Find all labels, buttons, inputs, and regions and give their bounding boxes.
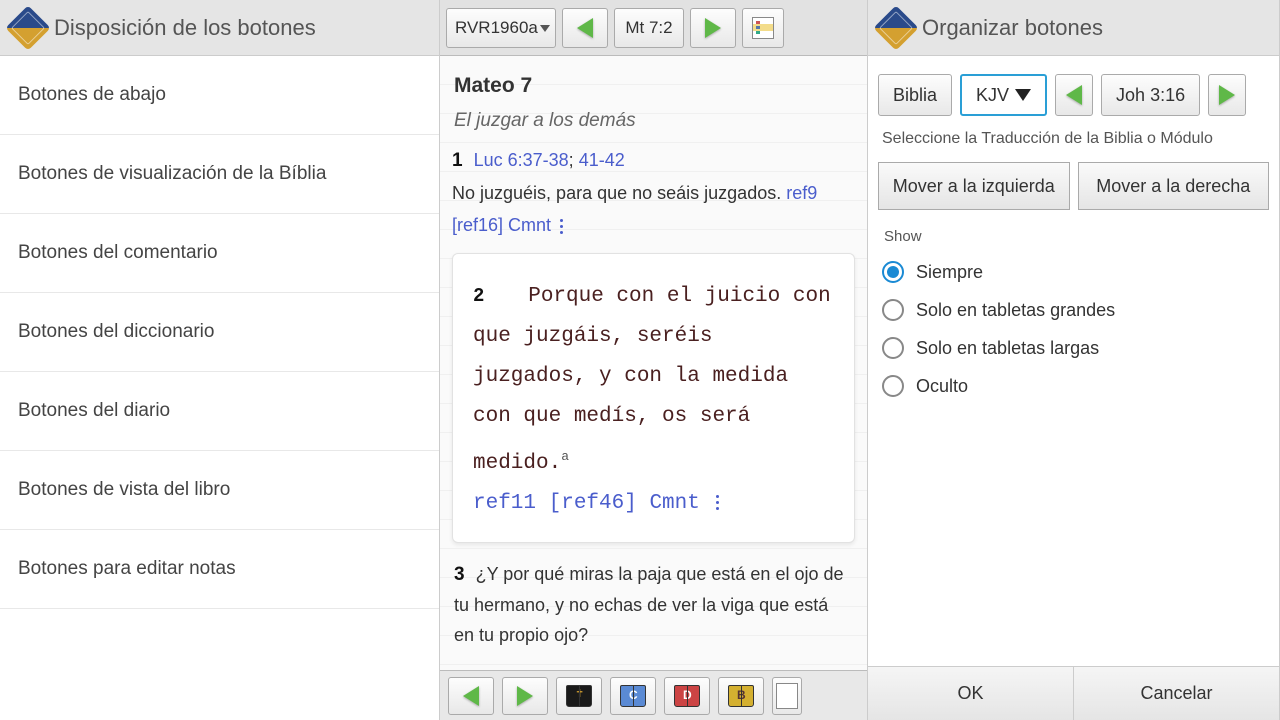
footnote-mark[interactable]: a	[561, 449, 569, 464]
reference-button[interactable]: Mt 7:2	[614, 8, 684, 48]
button-category-list: Botones de abajo Botones de visualizació…	[0, 56, 439, 720]
organize-toolbar: Biblia KJV Joh 3:16	[868, 56, 1279, 126]
radio-option[interactable]: Solo en tabletas largas	[882, 329, 1265, 367]
chevron-down-icon	[540, 25, 550, 32]
commentary-link[interactable]: Cmnt	[508, 215, 551, 235]
header-left: Disposición de los botones	[0, 0, 439, 56]
arrow-left-icon	[577, 18, 593, 38]
verse-number: 2	[473, 285, 484, 307]
notes-icon	[776, 683, 798, 709]
radio-icon	[882, 375, 904, 397]
caption-text: Seleccione la Traducción de la Biblia o …	[868, 126, 1279, 162]
verse-text: ¿Y por qué miras la paja que está en el …	[454, 564, 844, 645]
section-heading: El juzgar a los demás	[454, 110, 855, 132]
book-button[interactable]	[718, 677, 764, 715]
arrow-left-icon	[463, 686, 479, 706]
next-footer-button[interactable]	[502, 677, 548, 715]
version-button-selected[interactable]: KJV	[960, 74, 1047, 116]
notes-button[interactable]	[772, 677, 802, 715]
next-button[interactable]	[1208, 74, 1246, 116]
radio-option[interactable]: Solo en tabletas grandes	[882, 291, 1265, 329]
commentary-book-button[interactable]	[610, 677, 656, 715]
more-icon[interactable]	[560, 225, 563, 228]
ref-link[interactable]: [ref16]	[452, 215, 503, 235]
arrow-left-icon	[1066, 85, 1082, 105]
move-right-button[interactable]: Mover a la derecha	[1078, 162, 1270, 210]
ok-button[interactable]: OK	[868, 667, 1074, 720]
bottom-toolbar	[440, 670, 867, 720]
verse-row: 3 ¿Y por qué miras la paja que está en e…	[452, 559, 855, 650]
radio-option[interactable]: Oculto	[882, 367, 1265, 405]
list-item[interactable]: Botones del diccionario	[0, 293, 439, 372]
header-right: Organizar botones	[868, 0, 1279, 56]
reference-button[interactable]: Joh 3:16	[1101, 74, 1200, 116]
move-row: Mover a la izquierda Mover a la derecha	[868, 162, 1279, 228]
bible-text-area: Mateo 7 El juzgar a los demás 1 Luc 6:37…	[440, 56, 867, 670]
verse-number: 1	[452, 150, 463, 171]
radio-icon	[882, 261, 904, 283]
arrow-right-icon	[705, 18, 721, 38]
show-label: Show	[868, 228, 1279, 253]
bible-toolbar: RVR1960a Mt 7:2	[440, 0, 867, 56]
version-selector[interactable]: RVR1960a	[446, 8, 556, 48]
list-item[interactable]: Botones del comentario	[0, 214, 439, 293]
cancel-button[interactable]: Cancelar	[1074, 667, 1279, 720]
show-radio-group: Siempre Solo en tabletas grandes Solo en…	[868, 253, 1279, 405]
cross-ref-link[interactable]: 41-42	[579, 150, 625, 170]
ref-link[interactable]: ref11	[473, 492, 536, 515]
selected-verse-card: 2 Porque con el juicio con que juzgáis, …	[452, 253, 855, 543]
more-icon[interactable]	[716, 501, 719, 504]
prev-footer-button[interactable]	[448, 677, 494, 715]
ref-link[interactable]: [ref46]	[549, 492, 637, 515]
parallel-button[interactable]	[742, 8, 784, 48]
dictionary-icon	[674, 685, 700, 707]
header-title-right: Organizar botones	[922, 15, 1103, 41]
arrow-right-icon	[517, 686, 533, 706]
prev-button[interactable]	[1055, 74, 1093, 116]
radio-icon	[882, 337, 904, 359]
panel-left: Disposición de los botones Botones de ab…	[0, 0, 440, 720]
header-title-left: Disposición de los botones	[54, 15, 316, 41]
biblia-button[interactable]: Biblia	[878, 74, 952, 116]
commentary-icon	[620, 685, 646, 707]
verse-row: 1 Luc 6:37-38; 41-42 No juzguéis, para q…	[452, 144, 855, 241]
radio-icon	[882, 299, 904, 321]
cross-ref-link[interactable]: Luc 6:37-38	[474, 150, 569, 170]
next-button[interactable]	[690, 8, 736, 48]
parallel-icon	[752, 17, 774, 39]
list-item[interactable]: Botones del diario	[0, 372, 439, 451]
panel-right: Organizar botones Biblia KJV Joh 3:16 Se…	[868, 0, 1280, 720]
app-icon	[5, 5, 50, 50]
app-icon	[873, 5, 918, 50]
list-item[interactable]: Botones de vista del libro	[0, 451, 439, 530]
bible-book-button[interactable]	[556, 677, 602, 715]
bible-icon	[566, 685, 592, 707]
verse-text: Porque con el juicio con que juzgáis, se…	[473, 285, 831, 475]
chapter-title: Mateo 7	[454, 74, 855, 98]
prev-button[interactable]	[562, 8, 608, 48]
dictionary-book-button[interactable]	[664, 677, 710, 715]
verse-text: No juzguéis, para que no seáis juzgados.	[452, 183, 786, 203]
arrow-right-icon	[1219, 85, 1235, 105]
ref-link[interactable]: ref9	[786, 183, 817, 203]
panel-center: RVR1960a Mt 7:2 Mateo 7 El juzgar a los …	[440, 0, 868, 720]
version-label: RVR1960a	[455, 18, 538, 38]
radio-option[interactable]: Siempre	[882, 253, 1265, 291]
list-item[interactable]: Botones para editar notas	[0, 530, 439, 609]
move-left-button[interactable]: Mover a la izquierda	[878, 162, 1070, 210]
dialog-footer: OK Cancelar	[868, 666, 1279, 720]
list-item[interactable]: Botones de visualización de la Bíblia	[0, 135, 439, 214]
chevron-down-icon	[1015, 89, 1031, 101]
book-icon	[728, 685, 754, 707]
commentary-link[interactable]: Cmnt	[649, 492, 699, 515]
verse-number: 3	[454, 564, 465, 585]
list-item[interactable]: Botones de abajo	[0, 56, 439, 135]
